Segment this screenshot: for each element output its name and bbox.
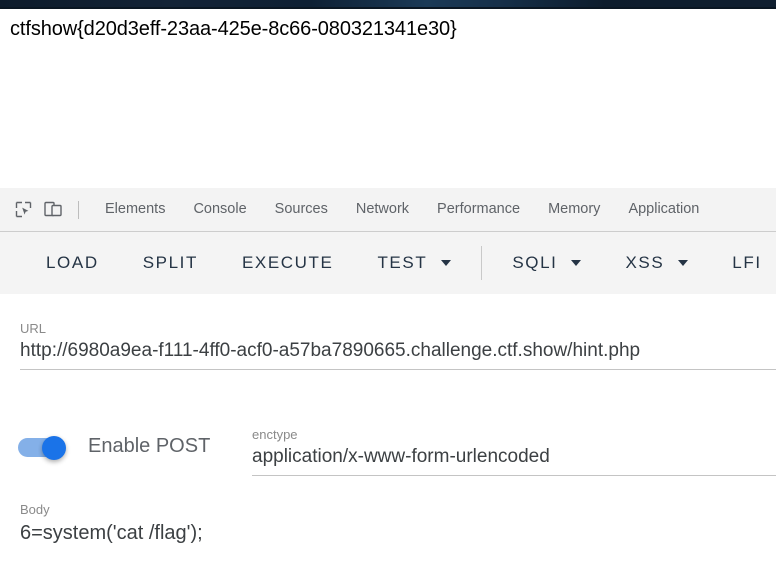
devtools-panel: Elements Console Sources Network Perform… — [0, 188, 776, 564]
lfi-menu-label: LFI — [732, 253, 762, 272]
post-settings-row: Enable POST enctype application/x-www-fo… — [0, 419, 776, 489]
tab-application[interactable]: Application — [614, 188, 713, 231]
url-input-underline — [20, 369, 776, 370]
xss-menu-label: XSS — [625, 253, 665, 272]
toggle-knob — [42, 435, 66, 460]
enctype-field-group: enctype application/x-www-form-urlencode… — [252, 427, 776, 476]
sqli-menu-label: SQLI — [512, 253, 558, 272]
xss-menu-button[interactable]: XSS — [603, 253, 710, 273]
enable-post-label: Enable POST — [88, 435, 211, 457]
tab-network[interactable]: Network — [342, 188, 423, 231]
split-button-label: SPLIT — [142, 253, 198, 272]
test-menu-label: TEST — [377, 253, 428, 272]
url-field-group: URL http://6980a9ea-f111-4ff0-acf0-a57ba… — [20, 321, 776, 370]
toolbar-divider — [78, 200, 79, 219]
enctype-input[interactable]: application/x-www-form-urlencoded — [252, 443, 776, 471]
lfi-menu-button[interactable]: LFI — [710, 253, 776, 273]
toggle-switch[interactable] — [18, 435, 70, 460]
page-content-area: ctfshow{d20d3eff-23aa-425e-8c66-08032134… — [0, 9, 776, 188]
load-button[interactable]: LOAD — [24, 253, 121, 273]
execute-button[interactable]: EXECUTE — [220, 253, 356, 273]
enctype-field-label: enctype — [252, 427, 298, 442]
chevron-down-icon — [678, 260, 689, 266]
tab-memory[interactable]: Memory — [534, 188, 614, 231]
toolbar-group-divider — [481, 246, 483, 280]
inspect-element-icon[interactable] — [8, 196, 38, 224]
url-field-label: URL — [20, 321, 47, 336]
device-toolbar-icon[interactable] — [38, 196, 68, 224]
url-input[interactable]: http://6980a9ea-f111-4ff0-acf0-a57ba7890… — [20, 337, 776, 365]
chevron-down-icon — [441, 260, 452, 266]
body-field-group: Body 6=system('cat /flag'); — [20, 502, 776, 548]
tab-sources[interactable]: Sources — [261, 188, 342, 231]
test-menu-button[interactable]: TEST — [355, 253, 473, 273]
execute-button-label: EXECUTE — [241, 253, 334, 272]
load-button-label: LOAD — [46, 253, 99, 272]
extension-action-toolbar: LOAD SPLIT EXECUTE TEST SQLI XSS LFI — [0, 232, 776, 294]
split-button[interactable]: SPLIT — [121, 253, 220, 273]
chevron-down-icon — [571, 260, 582, 266]
flag-text: ctfshow{d20d3eff-23aa-425e-8c66-08032134… — [10, 18, 457, 40]
body-input[interactable]: 6=system('cat /flag'); — [20, 518, 776, 548]
enctype-input-underline — [252, 475, 776, 476]
tab-console[interactable]: Console — [179, 188, 260, 231]
request-form: URL http://6980a9ea-f111-4ff0-acf0-a57ba… — [0, 294, 776, 564]
enable-post-toggle[interactable]: Enable POST — [18, 435, 211, 460]
sqli-menu-button[interactable]: SQLI — [490, 253, 603, 273]
browser-chrome-strip — [0, 0, 776, 9]
devtools-tabbar: Elements Console Sources Network Perform… — [0, 188, 776, 232]
tab-elements[interactable]: Elements — [91, 188, 179, 231]
tab-performance[interactable]: Performance — [423, 188, 534, 231]
body-field-label: Body — [20, 502, 50, 517]
